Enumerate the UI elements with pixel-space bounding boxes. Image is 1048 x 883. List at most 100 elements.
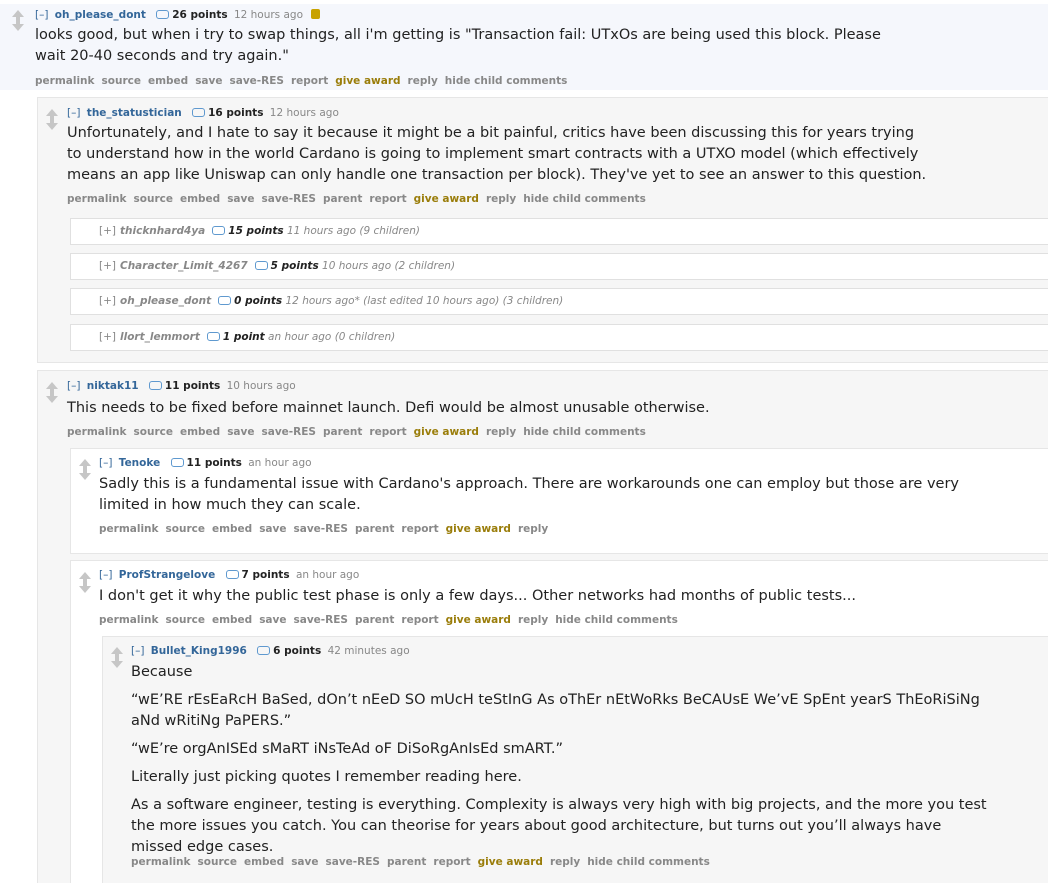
hide-child-comments-button[interactable]: hide child comments — [555, 614, 678, 626]
author-link[interactable]: oh_please_dont — [55, 9, 146, 21]
source-button[interactable]: source — [102, 75, 141, 87]
author-link[interactable]: Tenoke — [119, 457, 160, 469]
report-button[interactable]: report — [401, 523, 438, 535]
save-button[interactable]: save — [291, 856, 318, 868]
downvote-arrow-icon[interactable] — [111, 657, 123, 668]
permalink-button[interactable]: permalink — [67, 426, 127, 438]
source-button[interactable]: source — [134, 426, 173, 438]
give-award-button[interactable]: give award — [335, 75, 400, 87]
give-award-button[interactable]: give award — [446, 523, 511, 535]
embed-button[interactable]: embed — [244, 856, 284, 868]
save-button[interactable]: save — [227, 193, 254, 205]
parent-button[interactable]: parent — [323, 426, 362, 438]
embed-button[interactable]: embed — [212, 523, 252, 535]
upvote-arrow-icon[interactable] — [79, 459, 91, 470]
parent-button[interactable]: parent — [323, 193, 362, 205]
comment-bubble-icon[interactable] — [156, 10, 170, 19]
comment-bubble-icon[interactable] — [254, 261, 268, 270]
expand-toggle[interactable]: [+] — [99, 295, 116, 307]
parent-button[interactable]: parent — [355, 614, 394, 626]
comment-bubble-icon[interactable] — [170, 458, 184, 467]
hide-child-comments-button[interactable]: hide child comments — [587, 856, 710, 868]
embed-button[interactable]: embed — [180, 193, 220, 205]
collapsed-comment[interactable]: [+] oh_please_dont 0 points 12 hours ago* … — [70, 288, 1048, 315]
comment-bubble-icon[interactable] — [148, 381, 162, 390]
save-button[interactable]: save — [259, 523, 286, 535]
save-res-button[interactable]: save-RES — [294, 523, 348, 535]
source-button[interactable]: source — [166, 614, 205, 626]
comment-bubble-icon[interactable] — [212, 226, 226, 235]
save-res-button[interactable]: save-RES — [294, 614, 348, 626]
comment-bubble-icon[interactable] — [225, 570, 239, 579]
report-button[interactable]: report — [369, 426, 406, 438]
collapsed-comment[interactable]: [+] Character_Limit_4267 5 points 10 hours… — [70, 253, 1048, 280]
permalink-button[interactable]: permalink — [35, 75, 95, 87]
permalink-button[interactable]: permalink — [131, 856, 191, 868]
author-link[interactable]: Bullet_King1996 — [151, 645, 247, 657]
downvote-arrow-icon[interactable] — [79, 469, 91, 480]
collapse-toggle[interactable]: [–] — [99, 457, 112, 469]
comment-bubble-icon[interactable] — [206, 332, 220, 341]
reply-button[interactable]: reply — [486, 193, 516, 205]
save-button[interactable]: save — [227, 426, 254, 438]
give-award-button[interactable]: give award — [414, 426, 479, 438]
reply-button[interactable]: reply — [408, 75, 438, 87]
author-link[interactable]: thicknhard4ya — [120, 225, 205, 237]
author-link[interactable]: llort_lemmort — [120, 331, 200, 343]
hide-child-comments-button[interactable]: hide child comments — [523, 193, 646, 205]
save-res-button[interactable]: save-RES — [262, 193, 316, 205]
expand-toggle[interactable]: [+] — [99, 331, 116, 343]
source-button[interactable]: source — [134, 193, 173, 205]
upvote-arrow-icon[interactable] — [79, 572, 91, 583]
expand-toggle[interactable]: [+] — [99, 225, 116, 237]
report-button[interactable]: report — [401, 614, 438, 626]
upvote-arrow-icon[interactable] — [12, 10, 24, 21]
embed-button[interactable]: embed — [180, 426, 220, 438]
reply-button[interactable]: reply — [550, 856, 580, 868]
give-award-button[interactable]: give award — [414, 193, 479, 205]
comment-bubble-icon[interactable] — [257, 646, 271, 655]
permalink-button[interactable]: permalink — [99, 523, 159, 535]
collapse-toggle[interactable]: [–] — [67, 380, 80, 392]
collapsed-comment[interactable]: [+] thicknhard4ya 15 points 11 hours ago (… — [70, 218, 1048, 245]
comment-bubble-icon[interactable] — [218, 296, 232, 305]
reply-button[interactable]: reply — [518, 614, 548, 626]
save-button[interactable]: save — [195, 75, 222, 87]
save-res-button[interactable]: save-RES — [230, 75, 284, 87]
save-res-button[interactable]: save-RES — [262, 426, 316, 438]
upvote-arrow-icon[interactable] — [46, 109, 58, 120]
parent-button[interactable]: parent — [387, 856, 426, 868]
collapse-toggle[interactable]: [–] — [67, 107, 80, 119]
upvote-arrow-icon[interactable] — [111, 647, 123, 658]
comment-bubble-icon[interactable] — [192, 108, 206, 117]
downvote-arrow-icon[interactable] — [46, 119, 58, 130]
collapse-toggle[interactable]: [–] — [99, 569, 112, 581]
author-link[interactable]: the_statustician — [87, 107, 182, 119]
reply-button[interactable]: reply — [518, 523, 548, 535]
hide-child-comments-button[interactable]: hide child comments — [523, 426, 646, 438]
source-button[interactable]: source — [166, 523, 205, 535]
permalink-button[interactable]: permalink — [67, 193, 127, 205]
expand-toggle[interactable]: [+] — [99, 260, 116, 272]
downvote-arrow-icon[interactable] — [79, 582, 91, 593]
downvote-arrow-icon[interactable] — [12, 20, 24, 31]
downvote-arrow-icon[interactable] — [46, 392, 58, 403]
collapsed-comment[interactable]: [+] llort_lemmort 1 point an hour ago (0 c… — [70, 324, 1048, 351]
collapse-toggle[interactable]: [–] — [35, 9, 48, 21]
hide-child-comments-button[interactable]: hide child comments — [445, 75, 568, 87]
author-link[interactable]: ProfStrangelove — [119, 569, 215, 581]
give-award-button[interactable]: give award — [446, 614, 511, 626]
author-link[interactable]: niktak11 — [87, 380, 139, 392]
source-button[interactable]: source — [198, 856, 237, 868]
reply-button[interactable]: reply — [486, 426, 516, 438]
save-res-button[interactable]: save-RES — [326, 856, 380, 868]
author-link[interactable]: Character_Limit_4267 — [120, 260, 248, 272]
parent-button[interactable]: parent — [355, 523, 394, 535]
report-button[interactable]: report — [433, 856, 470, 868]
collapse-toggle[interactable]: [–] — [131, 645, 144, 657]
report-button[interactable]: report — [291, 75, 328, 87]
author-link[interactable]: oh_please_dont — [120, 295, 211, 307]
upvote-arrow-icon[interactable] — [46, 382, 58, 393]
save-button[interactable]: save — [259, 614, 286, 626]
report-button[interactable]: report — [369, 193, 406, 205]
